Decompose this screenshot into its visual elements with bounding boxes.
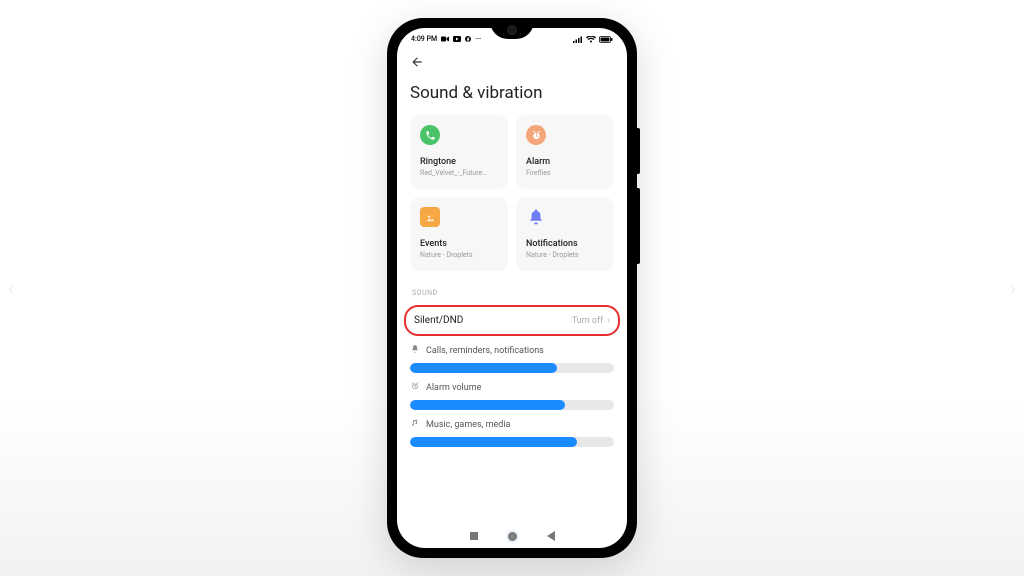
phone-frame: 4:09 PM ···: [387, 18, 637, 558]
media-volume-block: Music, games, media: [410, 418, 614, 447]
youtube-icon: [453, 36, 461, 42]
ringtone-sub: Red_Velvet_-_Future…: [420, 169, 498, 177]
nav-back-button[interactable]: [547, 531, 555, 541]
silent-dnd-row-highlight: Silent/DND Turn off ›: [404, 305, 620, 336]
alarm-volume-label: Alarm volume: [426, 383, 481, 393]
events-card[interactable]: Events Nature - Droplets: [410, 197, 508, 271]
alarm-title: Alarm: [526, 157, 604, 167]
calls-volume-label: Calls, reminders, notifications: [426, 346, 544, 356]
calls-volume-block: Calls, reminders, notifications: [410, 344, 614, 373]
physical-button-bottom: [637, 188, 640, 264]
chevron-right-icon: ›: [607, 316, 610, 326]
physical-button-top: [637, 128, 640, 174]
calls-volume-fill: [410, 363, 557, 373]
battery-icon: [599, 36, 613, 43]
alarm-card[interactable]: Alarm Fireflies: [516, 115, 614, 189]
wifi-icon: [586, 36, 596, 43]
silent-dnd-label: Silent/DND: [414, 315, 463, 326]
page-title: Sound & vibration: [410, 83, 614, 103]
screen: 4:09 PM ···: [397, 28, 627, 548]
silent-dnd-value: Turn off: [572, 316, 604, 326]
media-volume-label: Music, games, media: [426, 420, 510, 430]
videocam-icon: [441, 36, 449, 42]
alarm-volume-fill: [410, 400, 565, 410]
section-sound-label: SOUND: [412, 289, 614, 297]
silent-dnd-row[interactable]: Silent/DND Turn off ›: [414, 313, 610, 328]
back-button[interactable]: [410, 55, 424, 73]
media-volume-slider[interactable]: [410, 437, 614, 447]
notifications-title: Notifications: [526, 239, 604, 249]
ringtone-title: Ringtone: [420, 157, 498, 167]
signal-icon: [573, 36, 583, 43]
notifications-card[interactable]: Notifications Nature - Droplets: [516, 197, 614, 271]
ringtone-card[interactable]: Ringtone Red_Velvet_-_Future…: [410, 115, 508, 189]
sound-card-grid: Ringtone Red_Velvet_-_Future… Alarm Fire…: [410, 115, 614, 271]
status-time: 4:09 PM: [411, 35, 437, 43]
alarm-volume-slider[interactable]: [410, 400, 614, 410]
nav-home-button[interactable]: [508, 532, 517, 541]
facebook-icon: [465, 36, 471, 42]
media-volume-fill: [410, 437, 577, 447]
events-sub: Nature - Droplets: [420, 251, 498, 259]
android-nav-bar: [397, 526, 627, 546]
music-icon: [410, 418, 420, 431]
phone-icon: [420, 125, 440, 145]
carousel-next[interactable]: ›: [1010, 276, 1016, 300]
bell-small-icon: [410, 344, 420, 357]
notifications-sub: Nature - Droplets: [526, 251, 604, 259]
alarm-icon: [526, 125, 546, 145]
carousel-prev[interactable]: ‹: [8, 276, 14, 300]
alarm-small-icon: [410, 381, 420, 394]
status-more-icon: ···: [475, 35, 481, 43]
nav-recents-button[interactable]: [470, 532, 478, 540]
alarm-sub: Fireflies: [526, 169, 604, 177]
events-icon: [420, 207, 440, 227]
alarm-volume-block: Alarm volume: [410, 381, 614, 410]
events-title: Events: [420, 239, 498, 249]
calls-volume-slider[interactable]: [410, 363, 614, 373]
bell-icon: [526, 207, 546, 227]
